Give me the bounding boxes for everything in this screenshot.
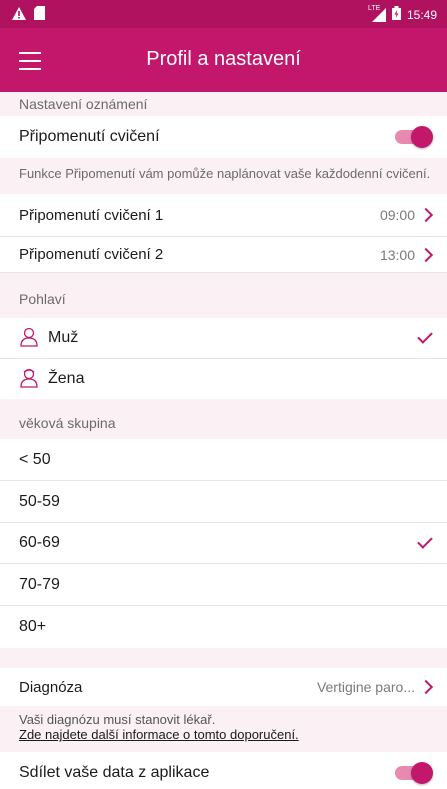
- section-header-gender: Pohlaví: [0, 273, 447, 318]
- age-option-70-79[interactable]: 70-79: [0, 564, 447, 606]
- age-option-label: 50-59: [19, 492, 60, 510]
- gender-option-label: Žena: [48, 370, 85, 387]
- clock-time: 15:49: [406, 7, 437, 22]
- age-option-80-plus[interactable]: 80+: [0, 606, 447, 648]
- diagnosis-label: Diagnóza: [19, 678, 83, 696]
- section-header-age-group: věková skupina: [0, 399, 447, 439]
- age-option-50-59[interactable]: 50-59: [0, 481, 447, 523]
- diagnosis-row[interactable]: Diagnóza Vertigine paro...: [0, 668, 447, 706]
- reminder-item-2[interactable]: Připomenutí cvičení 2 13:00: [0, 237, 447, 273]
- signal-icon: LTE: [368, 5, 386, 22]
- app-bar: Profil a nastavení: [0, 28, 447, 92]
- age-option-label: 80+: [19, 618, 47, 635]
- page-title: Profil a nastavení: [146, 48, 301, 70]
- reminder-info: Funkce Připomenutí vám pomůže naplánovat…: [0, 158, 447, 194]
- reminder-item-1[interactable]: Připomenutí cvičení 1 09:00: [0, 194, 447, 237]
- chevron-right-icon: [418, 679, 434, 695]
- diagnosis-info-text: Vaši diagnózu musí stanovit lékař.: [19, 712, 216, 727]
- diagnosis-info-block: Vaši diagnózu musí stanovit lékař. Zde n…: [0, 706, 447, 752]
- section-header-notifications: Nastavení oznámení: [0, 92, 447, 116]
- diagnosis-value: Vertigine paro...: [316, 679, 415, 695]
- share-data-toggle[interactable]: [395, 762, 433, 784]
- share-data-row[interactable]: Sdílet vaše data z aplikace: [0, 756, 447, 789]
- age-option-under-50[interactable]: < 50: [0, 439, 447, 481]
- age-option-label: 70-79: [19, 575, 60, 593]
- reminder-toggle-label: Připomenutí cvičení: [19, 128, 160, 145]
- chevron-right-icon: [418, 247, 434, 262]
- age-option-60-69[interactable]: 60-69: [0, 523, 447, 564]
- gender-option-label: Muž: [48, 329, 79, 346]
- section-spacer: [0, 648, 447, 668]
- check-icon: [417, 533, 433, 549]
- battery-icon: [391, 6, 401, 23]
- gender-option-female[interactable]: Žena: [0, 359, 447, 399]
- reminder-item-label: Připomenutí cvičení 1: [19, 206, 164, 224]
- sd-card-icon: [34, 6, 45, 25]
- chevron-right-icon: [418, 207, 434, 223]
- toggle-knob: [411, 762, 433, 784]
- reminder-item-label: Připomenutí cvičení 2: [19, 246, 164, 263]
- reminder-toggle[interactable]: [395, 126, 433, 148]
- reminder-item-time: 13:00: [379, 246, 415, 263]
- person-male-icon: [19, 327, 39, 352]
- share-data-label: Sdílet vaše data z aplikace: [19, 763, 210, 781]
- toggle-knob: [411, 126, 433, 148]
- reminder-toggle-row[interactable]: Připomenutí cvičení: [0, 116, 447, 158]
- gender-option-male[interactable]: Muž: [0, 318, 447, 359]
- check-icon: [417, 328, 433, 344]
- warning-icon: [12, 6, 26, 25]
- reminder-item-time: 09:00: [379, 207, 415, 223]
- status-bar: LTE 15:49: [0, 0, 447, 28]
- person-female-icon: [19, 368, 39, 393]
- diagnosis-info-link[interactable]: Zde najdete další informace o tomto dopo…: [19, 727, 447, 742]
- age-option-label: 60-69: [19, 534, 60, 551]
- age-option-label: < 50: [19, 450, 51, 468]
